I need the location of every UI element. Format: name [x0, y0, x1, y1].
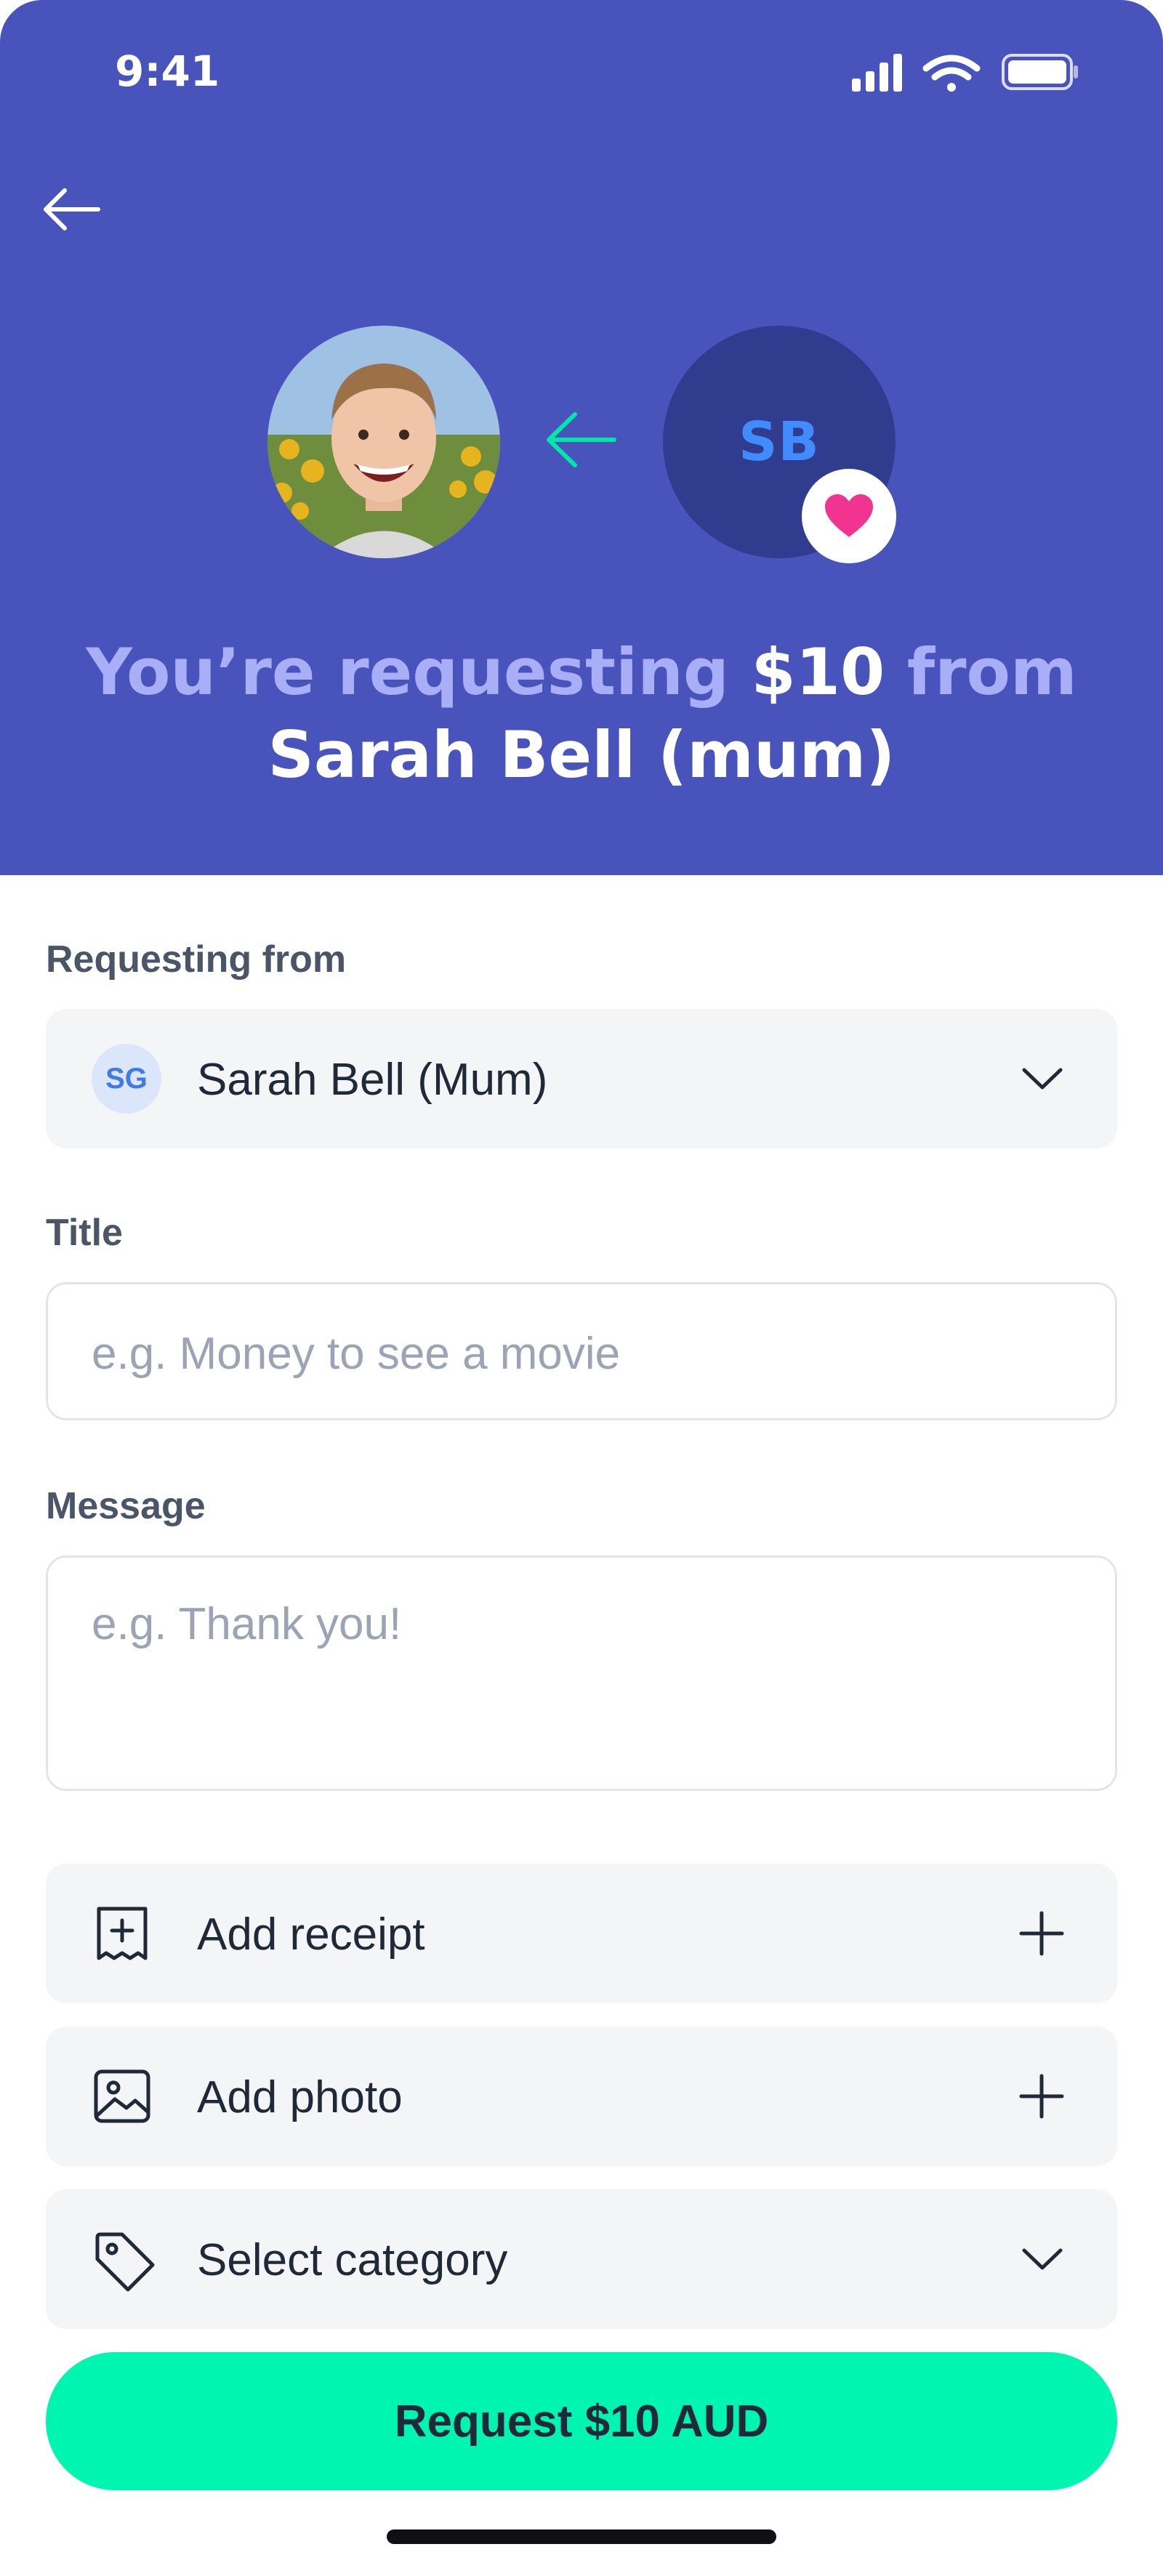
chevron-down-icon [1022, 1068, 1063, 1090]
contact-initials-badge: SG [92, 1044, 161, 1114]
request-direction-arrow-icon [542, 407, 621, 476]
home-indicator [387, 2529, 776, 2544]
message-label: Message [46, 1485, 206, 1527]
headline-amount: $10 [751, 635, 885, 709]
image-icon [94, 2069, 150, 2123]
receipt-icon [97, 1907, 148, 1960]
back-arrow-icon [44, 188, 100, 230]
chevron-down-icon [1022, 2248, 1063, 2270]
headline-prefix: You’re requesting [86, 635, 729, 709]
child-avatar-icon [267, 326, 500, 558]
title-input[interactable]: e.g. Money to see a movie [46, 1282, 1117, 1420]
request-button-label: Request $10 AUD [394, 2396, 769, 2447]
add-photo-button[interactable]: Add photo [46, 2026, 1117, 2166]
plus-icon [1019, 2074, 1064, 2119]
select-category-dropdown[interactable]: Select category [46, 2189, 1117, 2329]
plus-icon [1019, 1911, 1064, 1956]
headline-from: from [906, 635, 1077, 709]
back-button[interactable] [40, 182, 113, 254]
select-category-label: Select category [197, 2235, 508, 2285]
wifi-icon [922, 55, 981, 92]
request-button[interactable]: Request $10 AUD [46, 2352, 1117, 2490]
add-photo-label: Add photo [197, 2072, 403, 2122]
add-receipt-label: Add receipt [197, 1909, 425, 1960]
status-icons [852, 51, 1084, 98]
requester-avatar [267, 326, 500, 558]
message-placeholder: e.g. Thank you! [92, 1599, 402, 1649]
requesting-from-label: Requesting from [46, 938, 347, 981]
add-receipt-button[interactable]: Add receipt [46, 1864, 1117, 2003]
battery-icon [1002, 54, 1078, 90]
headline-recipient: Sarah Bell (mum) [267, 717, 896, 792]
title-label: Title [46, 1212, 123, 1254]
tag-icon [95, 2232, 155, 2292]
favorite-badge [802, 469, 896, 563]
requesting-from-value: Sarah Bell (Mum) [197, 1055, 548, 1105]
signal-icon [852, 54, 902, 92]
request-headline: You’re requesting $10 from Sarah Bell (m… [0, 631, 1163, 797]
request-header: 9:41 SB You’re requesting $10 from Sarah… [0, 0, 1163, 875]
message-textarea[interactable]: e.g. Thank you! [46, 1555, 1117, 1791]
requesting-from-select[interactable]: SG Sarah Bell (Mum) [46, 1009, 1117, 1148]
title-placeholder: e.g. Money to see a movie [92, 1329, 621, 1379]
status-time: 9:41 [115, 47, 220, 96]
heart-icon [825, 494, 873, 537]
recipient-initials: SB [739, 411, 820, 473]
